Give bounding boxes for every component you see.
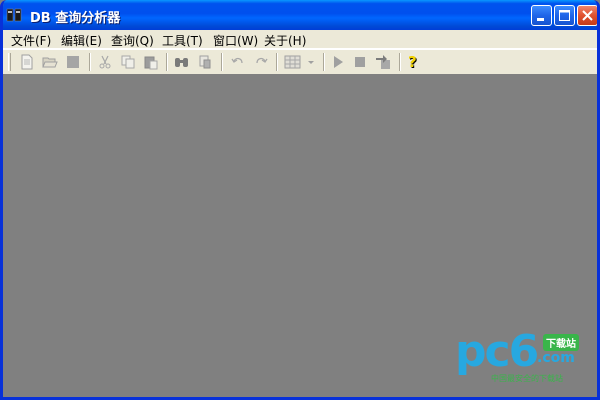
execute-button[interactable] xyxy=(329,53,347,71)
copy-button[interactable] xyxy=(119,53,137,71)
menu-bar: 文件(F) 编辑(E) 查询(Q) 工具(T) 窗口(W) 关于(H) xyxy=(3,30,597,49)
help-button[interactable]: ? ? xyxy=(405,53,423,71)
find-icon xyxy=(175,58,188,67)
help-icon: ? ? xyxy=(408,54,418,70)
toolbar: ? ? xyxy=(3,49,597,75)
toolbar-separator xyxy=(89,53,91,71)
cut-icon xyxy=(99,55,111,69)
paste-button[interactable] xyxy=(142,53,160,71)
title-bar[interactable]: DB 查询分析器 xyxy=(3,0,597,30)
save-button[interactable] xyxy=(64,53,82,71)
copy-icon xyxy=(121,55,135,69)
redo-button[interactable] xyxy=(252,53,270,71)
undo-icon xyxy=(231,57,243,64)
window-title: DB 查询分析器 xyxy=(30,11,121,26)
export-button[interactable] xyxy=(374,53,392,71)
save-icon xyxy=(67,56,79,68)
close-icon xyxy=(582,10,593,21)
stop-button[interactable] xyxy=(351,53,369,71)
toolbar-separator xyxy=(166,53,168,71)
stop-icon xyxy=(355,57,365,67)
replace-button[interactable] xyxy=(196,53,214,71)
execute-icon xyxy=(334,56,343,68)
new-query-button[interactable] xyxy=(18,53,36,71)
watermark-badge: 下载站 xyxy=(543,334,579,351)
cut-button[interactable] xyxy=(96,53,114,71)
menu-about[interactable]: 关于(H) xyxy=(264,32,306,49)
menu-tools[interactable]: 工具(T) xyxy=(162,32,203,49)
open-button[interactable] xyxy=(41,53,59,71)
watermark-brand: pc6 xyxy=(455,326,539,377)
toolbar-grip[interactable] xyxy=(8,53,11,71)
toolbar-separator xyxy=(323,53,325,71)
watermark-domain: .com xyxy=(537,350,575,366)
paste-icon xyxy=(144,56,158,70)
app-window: DB 查询分析器 文件(F) 编辑(E) 查询(Q) 工具(T) 窗口(W) 关… xyxy=(0,0,600,400)
minimize-button[interactable] xyxy=(531,5,552,26)
close-button[interactable] xyxy=(577,5,597,26)
svg-text:?: ? xyxy=(408,54,417,70)
replace-icon xyxy=(199,55,211,69)
toolbar-separator xyxy=(399,53,401,71)
watermark-slogan: 中国最安全的下载站 xyxy=(491,374,563,383)
export-icon xyxy=(376,55,390,69)
redo-icon xyxy=(256,57,268,64)
minimize-icon xyxy=(537,18,544,21)
watermark: pc6 下载站 .com 中国最安全的下载站 xyxy=(455,330,595,390)
open-folder-icon xyxy=(42,57,58,68)
results-grid-dropdown[interactable] xyxy=(283,53,317,71)
results-grid-icon xyxy=(284,55,314,69)
menu-query[interactable]: 查询(Q) xyxy=(111,32,154,49)
toolbar-separator xyxy=(221,53,223,71)
menu-file[interactable]: 文件(F) xyxy=(11,32,51,49)
database-app-icon xyxy=(6,7,23,23)
find-button[interactable] xyxy=(173,53,191,71)
new-query-icon xyxy=(21,54,33,70)
maximize-icon xyxy=(559,10,570,21)
menu-window[interactable]: 窗口(W) xyxy=(213,32,258,49)
menu-edit[interactable]: 编辑(E) xyxy=(61,32,102,49)
maximize-button[interactable] xyxy=(554,5,575,26)
undo-button[interactable] xyxy=(229,53,247,71)
toolbar-separator xyxy=(276,53,278,71)
